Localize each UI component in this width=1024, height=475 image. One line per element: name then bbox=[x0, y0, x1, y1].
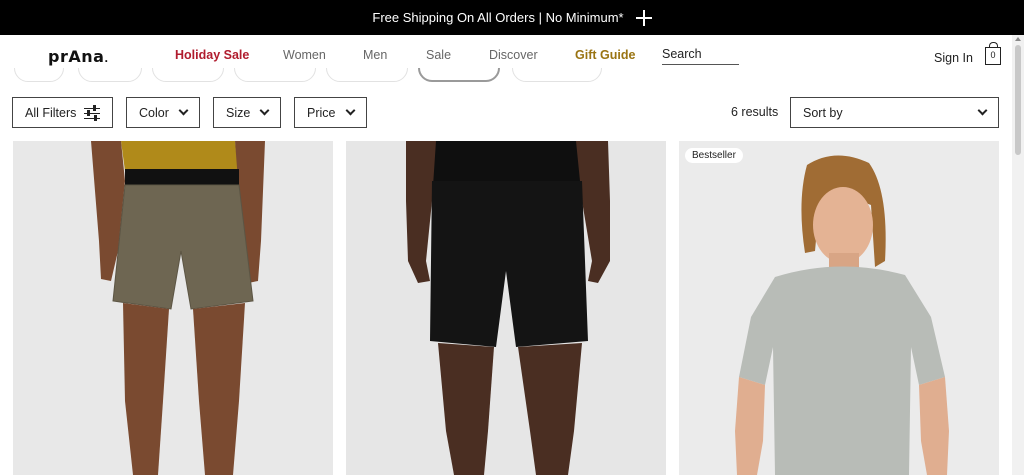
nav-gift-guide[interactable]: Gift Guide bbox=[575, 48, 635, 62]
promo-text: Free Shipping On All Orders | No Minimum… bbox=[372, 10, 624, 25]
product-image-patterned-shorts bbox=[13, 141, 333, 475]
results-count: 6 results bbox=[731, 105, 779, 119]
category-pill[interactable] bbox=[326, 68, 408, 82]
chevron-down-icon bbox=[977, 105, 988, 116]
product-image-grey-tee bbox=[679, 141, 999, 475]
sort-by-label: Sort by bbox=[803, 105, 843, 120]
nav-women[interactable]: Women bbox=[283, 48, 326, 62]
price-filter-label: Price bbox=[307, 105, 336, 120]
chevron-down-icon bbox=[345, 105, 356, 116]
prana-logo[interactable]: prAna. bbox=[48, 47, 109, 66]
cart-icon[interactable]: 0 bbox=[985, 42, 1001, 65]
product-card[interactable]: Bestseller bbox=[679, 141, 999, 475]
scroll-up-arrow-icon[interactable] bbox=[1015, 37, 1021, 41]
category-pill[interactable] bbox=[14, 68, 64, 82]
expand-plus-icon[interactable] bbox=[635, 9, 652, 26]
size-filter-dropdown[interactable]: Size bbox=[213, 97, 281, 128]
sort-by-dropdown[interactable]: Sort by bbox=[790, 97, 999, 128]
nav-sale[interactable]: Sale bbox=[426, 48, 451, 62]
category-pill-active[interactable] bbox=[418, 68, 500, 82]
bestseller-badge: Bestseller bbox=[685, 148, 743, 163]
color-filter-label: Color bbox=[139, 105, 169, 120]
sliders-icon bbox=[84, 105, 100, 121]
category-pill-row bbox=[0, 68, 1012, 84]
category-pill[interactable] bbox=[234, 68, 316, 82]
color-filter-dropdown[interactable]: Color bbox=[126, 97, 200, 128]
page-scrollbar[interactable] bbox=[1012, 35, 1024, 475]
category-pill[interactable] bbox=[512, 68, 602, 82]
product-card[interactable] bbox=[13, 141, 333, 475]
nav-discover[interactable]: Discover bbox=[489, 48, 538, 62]
size-filter-label: Size bbox=[226, 105, 251, 120]
category-pill[interactable] bbox=[78, 68, 142, 82]
all-filters-label: All Filters bbox=[25, 105, 77, 120]
product-card[interactable] bbox=[346, 141, 666, 475]
category-pill[interactable] bbox=[152, 68, 224, 82]
search-input[interactable]: Search bbox=[662, 47, 739, 65]
promo-bar: Free Shipping On All Orders | No Minimum… bbox=[0, 0, 1024, 35]
scrollbar-thumb[interactable] bbox=[1015, 45, 1021, 155]
all-filters-button[interactable]: All Filters bbox=[12, 97, 113, 128]
nav-men[interactable]: Men bbox=[363, 48, 387, 62]
product-image-black-shorts bbox=[346, 141, 666, 475]
price-filter-dropdown[interactable]: Price bbox=[294, 97, 367, 128]
chevron-down-icon bbox=[259, 105, 270, 116]
chevron-down-icon bbox=[178, 105, 189, 116]
nav-holiday-sale[interactable]: Holiday Sale bbox=[175, 48, 249, 62]
sign-in-link[interactable]: Sign In bbox=[934, 51, 973, 65]
